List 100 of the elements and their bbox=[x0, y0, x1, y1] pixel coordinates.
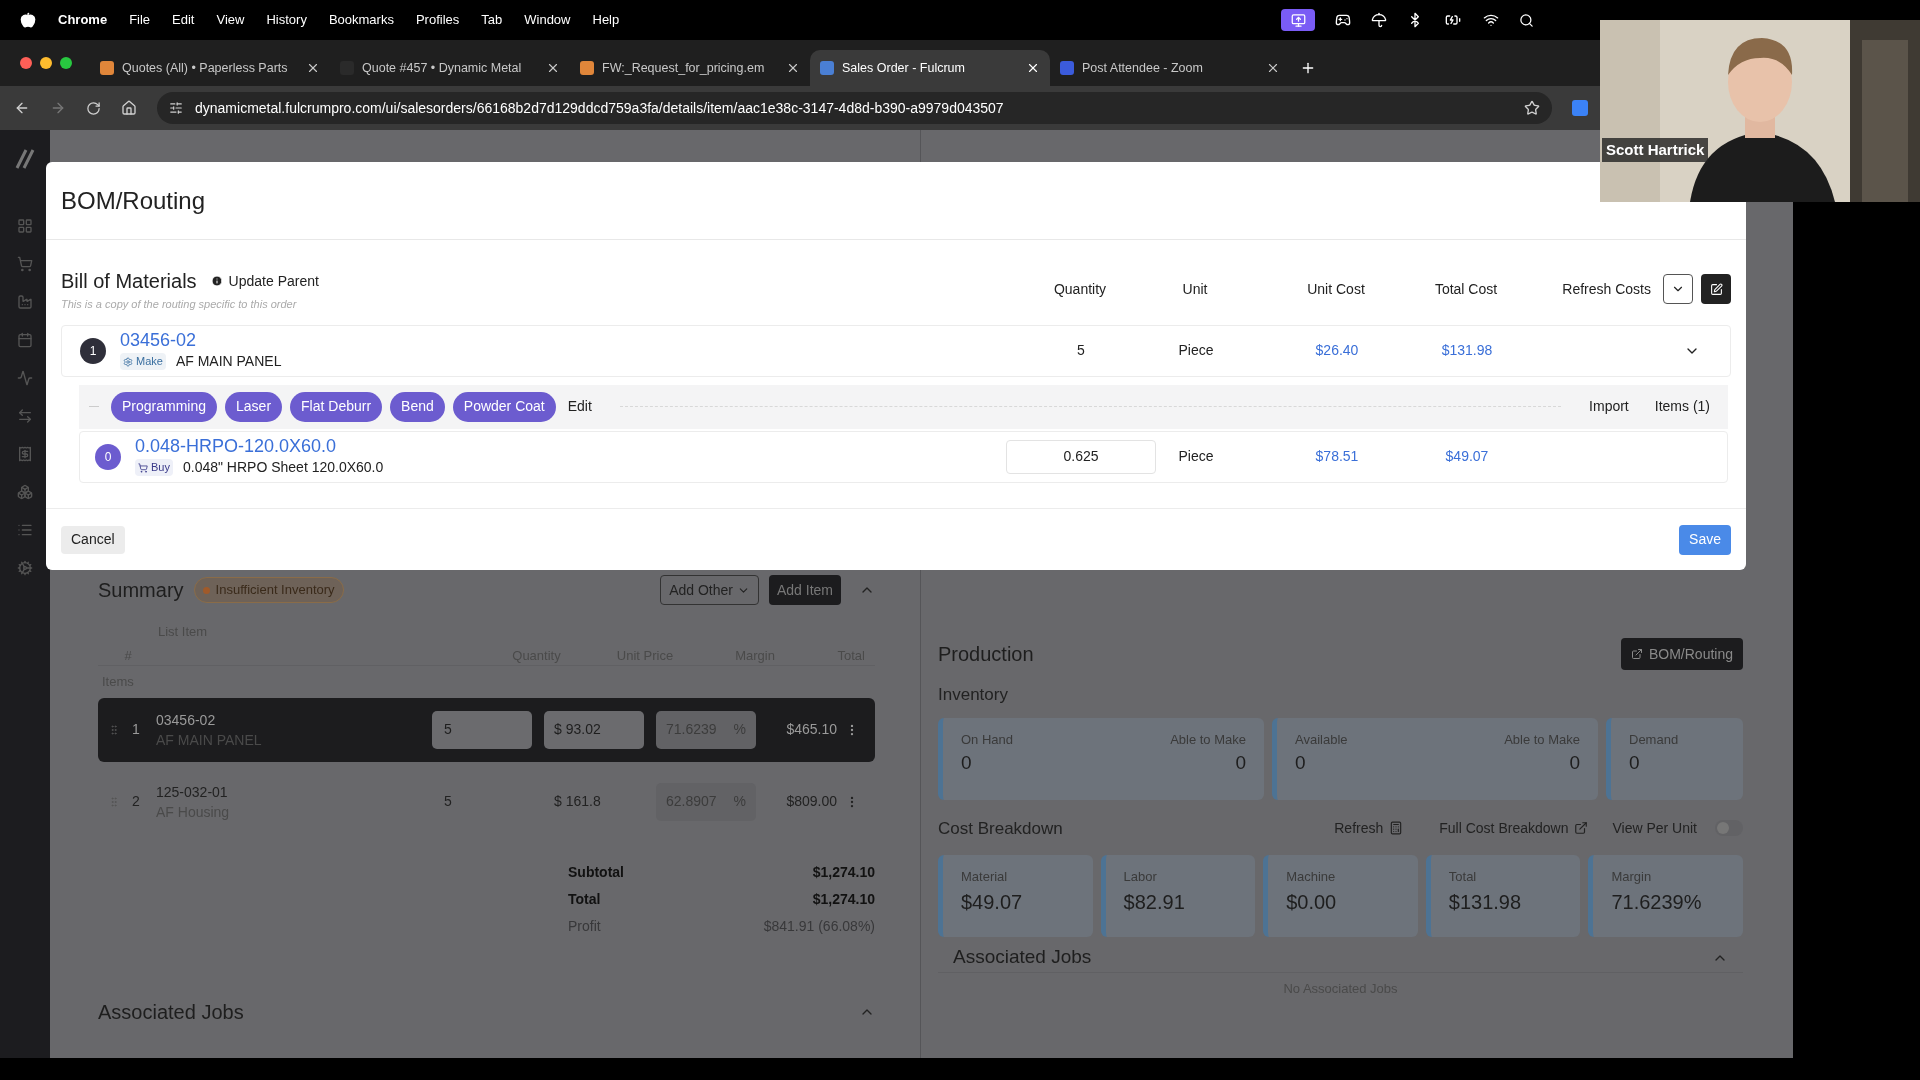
close-icon[interactable] bbox=[546, 61, 560, 75]
back-icon[interactable] bbox=[14, 100, 30, 116]
card-label: Able to Make bbox=[1504, 730, 1580, 749]
line-total: $465.10 bbox=[785, 720, 838, 739]
unit-value: Piece bbox=[1177, 341, 1215, 360]
column-header: Total Cost bbox=[1433, 279, 1499, 299]
section-title: Associated Jobs bbox=[98, 999, 244, 1025]
site-info-icon[interactable] bbox=[169, 101, 183, 115]
part-link[interactable]: 0.048-HRPO-120.0X60.0 bbox=[135, 435, 384, 457]
cancel-button[interactable]: Cancel bbox=[61, 525, 125, 554]
menu-item[interactable]: History bbox=[266, 10, 307, 30]
tab-title: Post Attendee - Zoom bbox=[1082, 59, 1204, 77]
menu-item[interactable]: View bbox=[216, 10, 245, 30]
edit-link[interactable]: Edit bbox=[567, 396, 592, 417]
operation-chip[interactable]: Programming bbox=[111, 391, 218, 422]
add-item-button[interactable]: Add Item bbox=[768, 575, 841, 605]
edit-button[interactable] bbox=[1701, 274, 1731, 305]
zoom-window-icon[interactable] bbox=[60, 57, 72, 69]
minimize-window-icon[interactable] bbox=[40, 57, 52, 69]
new-tab-icon[interactable] bbox=[1300, 60, 1316, 76]
reload-icon[interactable] bbox=[86, 100, 101, 116]
card-label: On Hand bbox=[961, 730, 1014, 749]
calculator-icon bbox=[1389, 821, 1404, 836]
section-title: Bill of Materials bbox=[61, 269, 197, 294]
home-icon[interactable] bbox=[121, 100, 137, 116]
wifi-icon[interactable] bbox=[1483, 12, 1500, 28]
update-parent-link[interactable]: Update Parent bbox=[210, 270, 319, 292]
screen-share-icon[interactable] bbox=[1281, 9, 1316, 31]
card-value: 71.6239% bbox=[1611, 889, 1703, 915]
dropdown-button[interactable] bbox=[1663, 274, 1693, 305]
gamepad-icon[interactable] bbox=[1335, 12, 1352, 28]
card-label: Available bbox=[1295, 730, 1348, 749]
card-label: Labor bbox=[1123, 868, 1158, 886]
close-icon[interactable] bbox=[1026, 61, 1040, 75]
card-value: 0 bbox=[1569, 751, 1580, 775]
operation-chip[interactable]: Flat Deburr bbox=[290, 391, 383, 422]
address-field[interactable]: dynamicmetal.fulcrumpro.com/ui/salesorders/66168b2d7d129ddcd759a3fa/details/item/aac1e38c-3147-4d8d-b390-a9979d043507 bbox=[157, 92, 1552, 124]
menu-item[interactable]: Bookmarks bbox=[328, 10, 394, 30]
section-title: Production bbox=[938, 642, 1034, 667]
column-header: Unit bbox=[1181, 279, 1209, 299]
menu-item[interactable]: Window bbox=[524, 10, 571, 30]
umbrella-icon[interactable] bbox=[1371, 12, 1388, 28]
card-label: Able to Make bbox=[1170, 730, 1246, 749]
external-link-icon bbox=[1630, 648, 1643, 660]
card-label: Total bbox=[1448, 868, 1478, 886]
close-window-icon[interactable] bbox=[20, 57, 32, 69]
browser-tab[interactable]: Quote #457 • Dynamic Metal bbox=[330, 50, 570, 86]
forward-icon[interactable] bbox=[50, 100, 66, 116]
import-link[interactable]: Import bbox=[1589, 396, 1629, 417]
quantity-field[interactable]: 0.625 bbox=[1006, 439, 1156, 474]
subsection-title: Inventory bbox=[938, 684, 1009, 706]
make-badge: Make bbox=[120, 353, 166, 370]
row-number: 2 bbox=[132, 792, 141, 811]
total-value: $1,274.10 bbox=[812, 889, 875, 909]
close-icon[interactable] bbox=[306, 61, 320, 75]
subsection-title: Cost Breakdown bbox=[938, 817, 1064, 840]
card-value: $49.07 bbox=[961, 889, 1024, 915]
part-description: 0.048" HRPO Sheet 120.0X60.0 bbox=[182, 458, 384, 477]
refresh-costs-link[interactable]: Refresh Costs bbox=[1562, 278, 1651, 300]
card-label: Demand bbox=[1629, 730, 1679, 749]
card-value: 0 bbox=[1235, 751, 1246, 775]
total-value: $1,274.10 bbox=[812, 862, 875, 882]
browser-tab[interactable]: Sales Order - Fulcrum bbox=[810, 50, 1050, 86]
unit-value: Piece bbox=[1177, 447, 1215, 466]
column-header: Quantity bbox=[1052, 279, 1108, 299]
line-total: $809.00 bbox=[785, 792, 838, 811]
operation-chip[interactable]: Laser bbox=[225, 391, 283, 422]
close-icon[interactable] bbox=[1266, 61, 1280, 75]
menu-item[interactable]: Help bbox=[592, 10, 620, 30]
browser-tab[interactable]: FW:_Request_for_pricing.em bbox=[570, 50, 810, 86]
menu-item[interactable]: Edit bbox=[172, 10, 195, 30]
column-header: Unit Cost bbox=[1306, 279, 1366, 299]
total-cost-value: $131.98 bbox=[1440, 341, 1494, 360]
modal-title: BOM/Routing bbox=[61, 185, 206, 216]
menu-app-name[interactable]: Chrome bbox=[58, 10, 108, 30]
close-icon[interactable] bbox=[786, 61, 800, 75]
total-cost-value: $49.07 bbox=[1444, 447, 1490, 466]
operation-chip[interactable]: Powder Coat bbox=[452, 391, 556, 422]
menu-item[interactable]: Profiles bbox=[415, 10, 460, 30]
items-count[interactable]: Items (1) bbox=[1654, 396, 1710, 417]
cart-icon bbox=[138, 462, 148, 473]
browser-tab[interactable]: Quotes (All) • Paperless Parts bbox=[90, 50, 330, 86]
drag-handle-icon[interactable] bbox=[108, 723, 120, 736]
bookmark-star-icon[interactable] bbox=[1524, 100, 1540, 116]
part-link[interactable]: 03456-02 bbox=[120, 329, 282, 351]
logo-icon[interactable] bbox=[14, 148, 36, 170]
search-icon[interactable] bbox=[1519, 12, 1535, 28]
menu-item[interactable]: Tab bbox=[481, 10, 503, 30]
total-label: Subtotal bbox=[568, 862, 624, 882]
index-badge: 1 bbox=[80, 337, 106, 364]
operation-chip[interactable]: Bend bbox=[390, 391, 445, 422]
card-label: Machine bbox=[1286, 868, 1337, 886]
menu-item[interactable]: File bbox=[129, 10, 151, 30]
part-number: 125-032-01 bbox=[156, 782, 229, 802]
browser-tab[interactable]: Post Attendee - Zoom bbox=[1050, 50, 1290, 86]
bom-routing-button[interactable]: BOM/Routing bbox=[1620, 638, 1743, 670]
apple-icon[interactable] bbox=[20, 12, 36, 28]
card-value: 0 bbox=[1295, 751, 1306, 775]
unit-cost-value: $78.51 bbox=[1314, 447, 1360, 466]
card-value: $131.98 bbox=[1448, 889, 1523, 915]
